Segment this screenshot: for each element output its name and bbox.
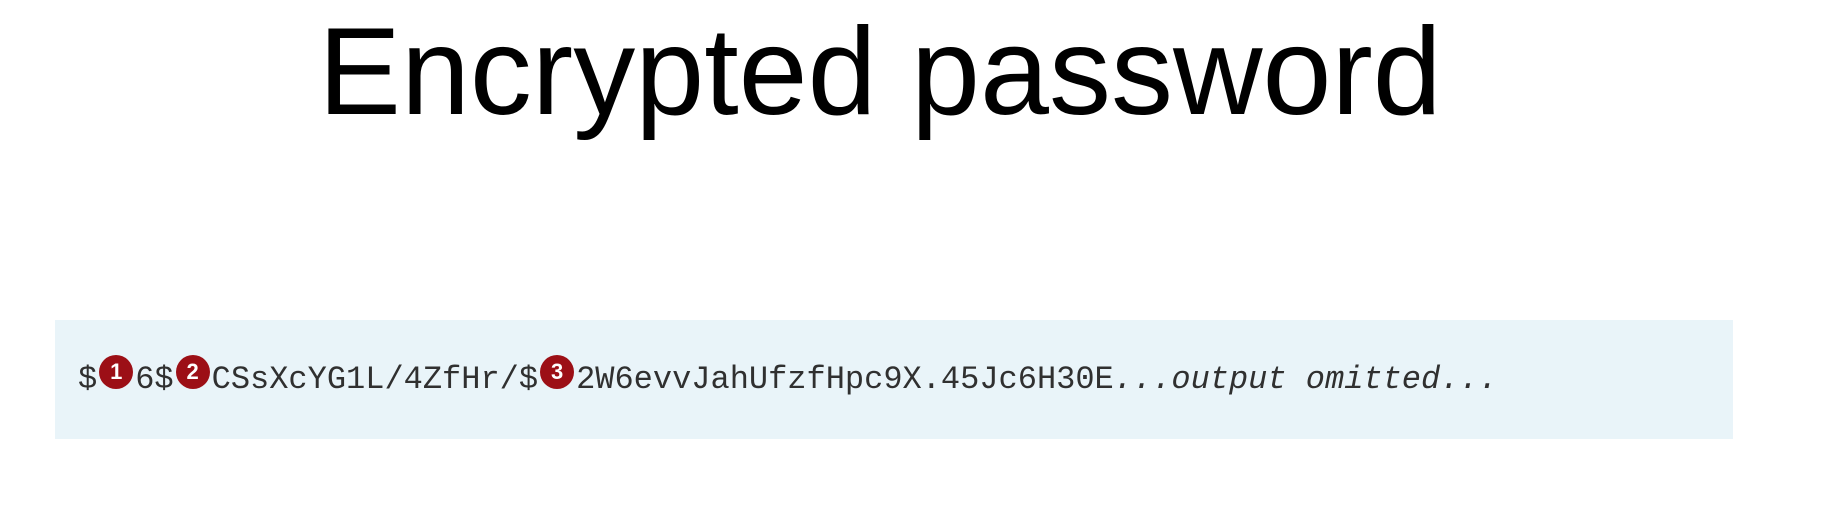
callout-3-icon: 3 — [540, 355, 575, 389]
hash-value: 2W6evvJahUfzfHpc9X.45Jc6H30E — [576, 361, 1114, 398]
encrypted-password-line: $ 1 6$ 2 CSsXcYG1L/4ZfHr/$ 3 2W6evvJahUf… — [78, 355, 1498, 400]
callout-1-icon: 1 — [99, 355, 134, 389]
code-block: $ 1 6$ 2 CSsXcYG1L/4ZfHr/$ 3 2W6evvJahUf… — [55, 320, 1733, 439]
output-omitted-text: ...output omitted... — [1113, 361, 1498, 398]
hash-delimiter: $ — [78, 361, 98, 398]
callout-2-icon: 2 — [175, 355, 210, 389]
hash-algorithm: 6$ — [135, 361, 174, 398]
hash-salt: CSsXcYG1L/4ZfHr/$ — [211, 361, 539, 398]
slide-title: Encrypted password — [318, 3, 1442, 141]
